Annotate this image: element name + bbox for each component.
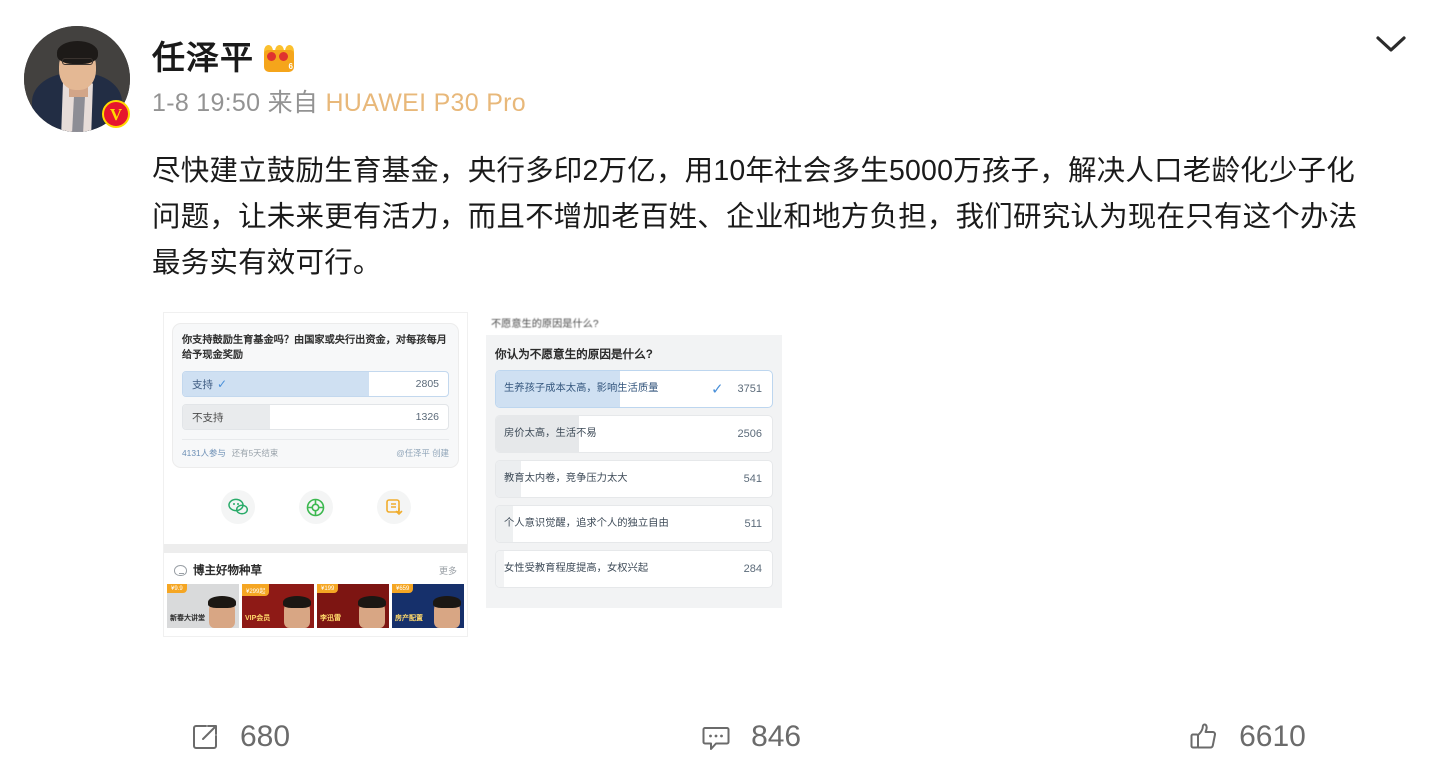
survey-screenshot-image[interactable]: 不愿意生的原因是什么? 你认为不愿意生的原因是什么? 生养孩子成本太高，影响生活… <box>486 312 782 609</box>
survey-option-label: 房价太高，生活不易 <box>504 428 597 440</box>
survey-option-label: 女性受教育程度提高，女权兴起 <box>504 563 649 575</box>
sprout-icon <box>174 564 187 576</box>
post-actions: 680 846 6610 <box>0 720 1440 754</box>
survey-option-value: 2506 <box>737 428 762 441</box>
survey-option-value: 3751 <box>737 383 762 396</box>
product-bar-more-link[interactable]: 更多 <box>439 564 457 577</box>
survey-option-value: 284 <box>743 563 762 576</box>
poll-option-support[interactable]: 支持 ✓ 2805 <box>182 371 449 398</box>
post-header: V 任泽平 6 1-8 19:50 来自 HUAWEI P30 Pro <box>0 26 1440 132</box>
post-timestamp: 1-8 19:50 <box>152 89 261 118</box>
thumbnail-title: VIP会员 <box>245 615 271 623</box>
survey-option-label: 个人意识觉醒，追求个人的独立自由 <box>504 518 669 530</box>
wechat-moments-icon[interactable] <box>298 490 333 525</box>
poll-footer: 4131人参与 还有5天结束 @任泽平 创建 <box>182 439 449 459</box>
like-count: 6610 <box>1239 720 1306 753</box>
survey-option-row[interactable]: 房价太高，生活不易 2506 <box>495 415 773 454</box>
repost-icon <box>188 720 222 754</box>
price-tag: ¥199 <box>317 584 339 594</box>
product-thumbnail[interactable]: ¥9.9 新春大讲堂 <box>167 584 239 629</box>
survey-option-row[interactable]: 个人意识觉醒，追求个人的独立自由 511 <box>495 505 773 544</box>
chevron-down-icon <box>1376 35 1406 59</box>
survey-option-label: 教育太内卷，竞争压力太大 <box>504 473 628 485</box>
post-source[interactable]: HUAWEI P30 Pro <box>325 89 526 117</box>
collapse-post-button[interactable] <box>1370 26 1412 68</box>
thumbnail-title: 新春大讲堂 <box>170 615 205 623</box>
survey-option-row[interactable]: 教育太内卷，竞争压力太大 541 <box>495 460 773 499</box>
survey-title: 你认为不愿意生的原因是什么? <box>495 348 653 362</box>
post-meta: 1-8 19:50 来自 HUAWEI P30 Pro <box>152 88 526 118</box>
thumbs-up-icon <box>1187 720 1221 754</box>
section-divider <box>164 544 467 554</box>
from-label: 来自 <box>267 89 319 118</box>
poll-screenshot-image[interactable]: 你支持鼓励生育基金吗？由国家或央行出资金，对每孩每月给予现金奖励 支持 ✓ 28… <box>163 312 468 638</box>
poll-option-label: 支持 <box>192 378 213 391</box>
check-icon: ✓ <box>217 377 228 392</box>
price-tag: ¥299起 <box>242 584 270 597</box>
price-tag: ¥9.9 <box>167 584 187 594</box>
price-tag: ¥659 <box>392 584 414 594</box>
poll-option-label: 不支持 <box>192 411 224 424</box>
author-name[interactable]: 任泽平 <box>152 39 254 76</box>
product-bar-title: 博主好物种草 <box>193 565 262 578</box>
product-recommendation-bar[interactable]: 博主好物种草 更多 <box>164 553 467 585</box>
poll-creator: @任泽平 创建 <box>396 448 449 459</box>
product-thumbnail[interactable]: ¥659 房产配置 <box>392 584 464 629</box>
crown-badge-icon[interactable]: 6 <box>264 44 294 72</box>
product-thumbnail[interactable]: ¥299起 VIP会员 <box>242 584 314 629</box>
repost-button[interactable]: 680 <box>188 720 290 754</box>
comment-button[interactable]: 846 <box>699 720 801 754</box>
thumbnail-title: 房产配置 <box>395 615 423 623</box>
survey-card: 你认为不愿意生的原因是什么? 生养孩子成本太高，影响生活质量 ✓ 3751 房价… <box>486 335 782 609</box>
thumbnail-title: 李迅雷 <box>320 615 341 623</box>
poll-option-oppose[interactable]: 不支持 1326 <box>182 404 449 431</box>
product-thumbnail[interactable]: ¥199 李迅雷 <box>317 584 389 629</box>
survey-option-label: 生养孩子成本太高，影响生活质量 <box>504 383 659 395</box>
survey-option-row[interactable]: 生养孩子成本太高，影响生活质量 ✓ 3751 <box>495 370 773 409</box>
comment-count: 846 <box>751 720 802 753</box>
poll-question: 你支持鼓励生育基金吗？由国家或央行出资金，对每孩每月给予现金奖励 <box>182 335 447 362</box>
survey-option-value: 511 <box>744 518 762 531</box>
product-thumbnail-list: ¥9.9 新春大讲堂 ¥299起 VIP会员 ¥199 李迅雷 ¥659 房产配… <box>164 584 467 637</box>
weibo-repost-icon[interactable] <box>376 490 411 525</box>
survey-option-value: 541 <box>743 473 762 486</box>
post-media: 你支持鼓励生育基金吗？由国家或央行出资金，对每孩每月给予现金奖励 支持 ✓ 28… <box>163 312 1440 638</box>
wechat-icon[interactable] <box>220 490 255 525</box>
verified-badge-icon: V <box>102 100 130 128</box>
repost-count: 680 <box>240 720 291 753</box>
like-button[interactable]: 6610 <box>1187 720 1306 754</box>
poll-option-value: 2805 <box>415 378 439 391</box>
poll-remaining: 还有5天结束 <box>231 448 279 459</box>
badge-level: 6 <box>288 61 293 71</box>
weibo-post: V 任泽平 6 1-8 19:50 来自 HUAWEI P30 Pro 尽快建立… <box>0 0 1440 768</box>
poll-card: 你支持鼓励生育基金吗？由国家或央行出资金，对每孩每月给予现金奖励 支持 ✓ 28… <box>172 323 459 469</box>
survey-caption: 不愿意生的原因是什么? <box>491 319 599 331</box>
avatar[interactable]: V <box>24 26 130 132</box>
poll-option-value: 1326 <box>415 411 439 424</box>
comment-icon <box>699 720 733 754</box>
share-row <box>164 468 467 545</box>
post-content: 尽快建立鼓励生育基金，央行多印2万亿，用10年社会多生5000万孩子，解决人口老… <box>152 155 1358 280</box>
survey-option-row[interactable]: 女性受教育程度提高，女权兴起 284 <box>495 550 773 589</box>
poll-participants: 4131人参与 <box>182 448 226 459</box>
check-icon: ✓ <box>710 381 724 399</box>
